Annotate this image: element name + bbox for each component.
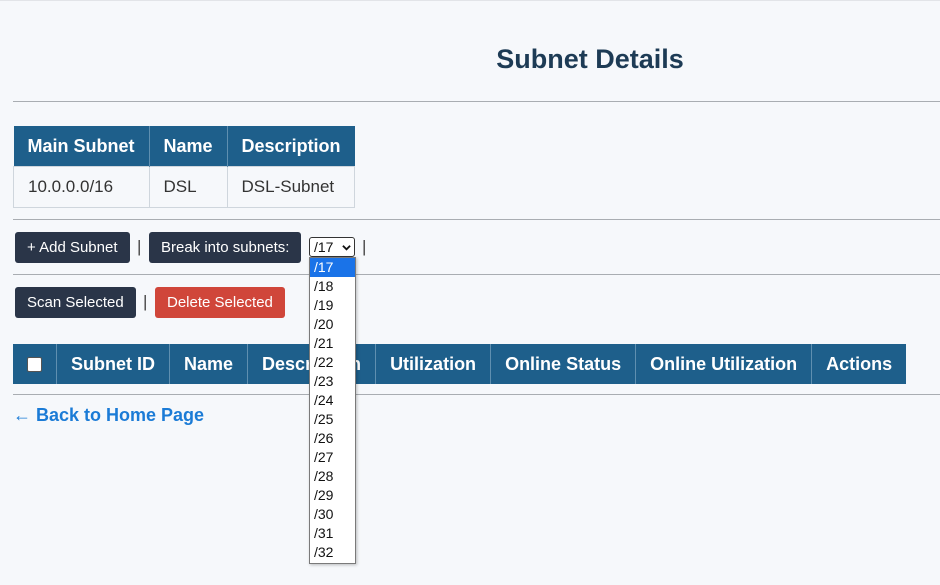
chevron-down-icon xyxy=(342,238,351,258)
subnets-table: Subnet ID Name Description Utilization O… xyxy=(13,344,907,384)
page-title: Subnet Details xyxy=(496,44,684,74)
table-row: 10.0.0.0/16 DSL DSL-Subnet xyxy=(13,166,356,208)
divider xyxy=(13,394,940,395)
add-subnet-button[interactable]: + Add Subnet xyxy=(15,232,130,263)
column-header-actions: Actions xyxy=(811,344,907,384)
prefix-option[interactable]: /25 xyxy=(310,410,355,429)
prefix-option[interactable]: /19 xyxy=(310,296,355,315)
select-all-checkbox[interactable] xyxy=(27,357,42,373)
main-subnet-table: Main Subnet Name Description 10.0.0.0/16… xyxy=(13,126,356,208)
column-header-online-status: Online Status xyxy=(490,344,637,384)
column-header-main-subnet: Main Subnet xyxy=(13,126,150,167)
name-cell: DSL xyxy=(148,166,228,208)
selected-prefix-value: /17 xyxy=(314,239,334,255)
column-header-utilization: Utilization xyxy=(375,344,492,384)
prefix-option[interactable]: /20 xyxy=(310,315,355,334)
prefix-option[interactable]: /31 xyxy=(310,524,355,543)
column-header-description: Description xyxy=(227,126,355,167)
column-header-name: Name xyxy=(169,344,249,384)
divider xyxy=(13,101,940,102)
prefix-option[interactable]: /26 xyxy=(310,429,355,448)
prefix-option[interactable]: /21 xyxy=(310,334,355,353)
scan-selected-button[interactable]: Scan Selected xyxy=(15,287,136,318)
top-border xyxy=(0,0,940,1)
column-header-name: Name xyxy=(149,126,228,167)
select-all-header xyxy=(13,344,57,384)
separator: | xyxy=(362,237,367,256)
prefix-option[interactable]: /24 xyxy=(310,391,355,410)
delete-selected-button[interactable]: Delete Selected xyxy=(155,287,285,318)
table-header-row: Subnet ID Name Description Utilization O… xyxy=(13,344,907,384)
prefix-option[interactable]: /17 xyxy=(310,258,355,277)
prefix-option[interactable]: /29 xyxy=(310,486,355,505)
divider xyxy=(13,274,940,275)
break-into-subnets-button[interactable]: Break into subnets: xyxy=(149,232,302,263)
prefix-option[interactable]: /30 xyxy=(310,505,355,524)
prefix-option[interactable]: /27 xyxy=(310,448,355,467)
separator: | xyxy=(137,237,142,256)
prefix-option[interactable]: /22 xyxy=(310,353,355,372)
subnet-prefix-select[interactable]: /17 xyxy=(309,237,355,257)
divider xyxy=(13,219,940,220)
column-header-online-utilization: Online Utilization xyxy=(635,344,813,384)
subnet-prefix-dropdown-list[interactable]: /17/18/19/20/21/22/23/24/25/26/27/28/29/… xyxy=(309,257,356,564)
prefix-option[interactable]: /28 xyxy=(310,467,355,486)
description-cell: DSL-Subnet xyxy=(226,166,356,208)
column-header-subnet-id: Subnet ID xyxy=(56,344,170,384)
separator: | xyxy=(143,292,148,311)
table-header-row: Main Subnet Name Description xyxy=(13,126,355,167)
prefix-option[interactable]: /32 xyxy=(310,543,355,562)
prefix-option[interactable]: /18 xyxy=(310,277,355,296)
prefix-option[interactable]: /23 xyxy=(310,372,355,391)
main-subnet-cell: 10.0.0.0/16 xyxy=(13,166,150,208)
back-to-home-link[interactable]: ← Back to Home Page xyxy=(13,405,204,426)
